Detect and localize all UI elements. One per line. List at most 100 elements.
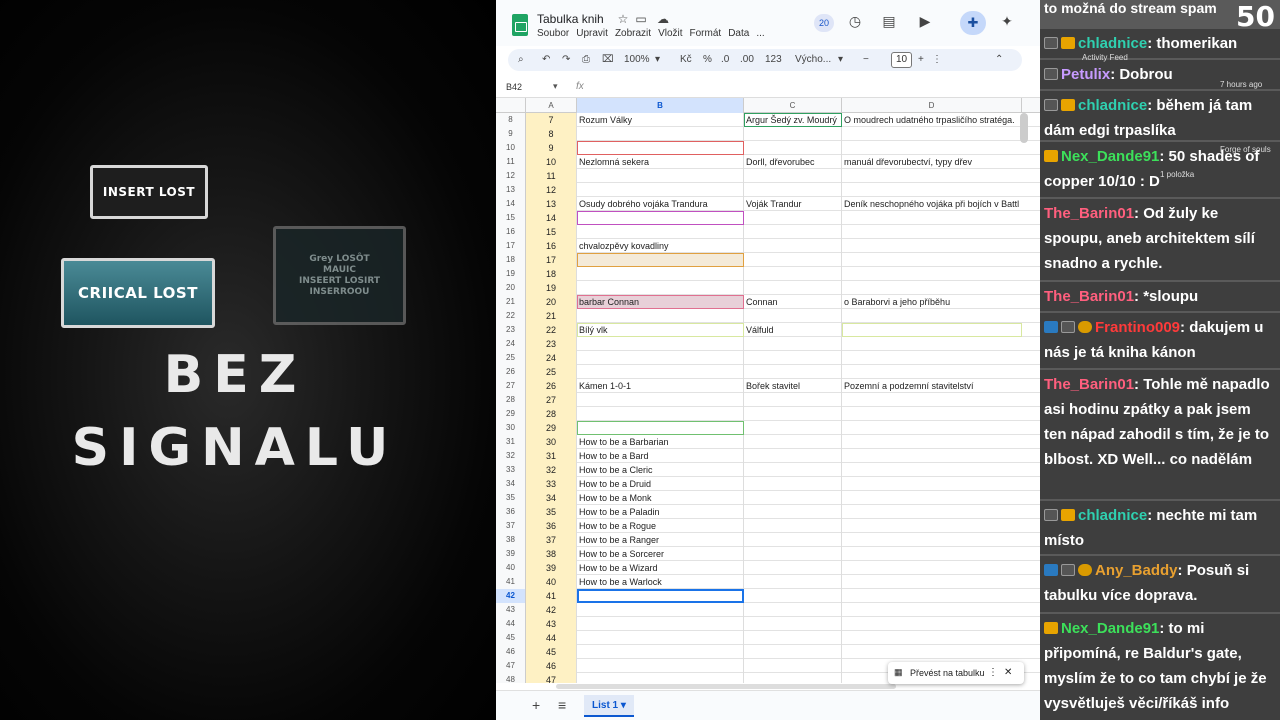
- cell-a[interactable]: 20: [526, 295, 577, 309]
- cell-b[interactable]: Bílý vlk: [577, 323, 744, 337]
- cell-d[interactable]: [842, 169, 1022, 183]
- column-header-d[interactable]: D: [842, 98, 1022, 113]
- cell-c[interactable]: [744, 141, 842, 155]
- cell-c[interactable]: [744, 575, 842, 589]
- row-header[interactable]: 12: [496, 169, 526, 183]
- cell-d[interactable]: [842, 603, 1022, 617]
- row-header[interactable]: 46: [496, 645, 526, 659]
- cell-d[interactable]: [842, 393, 1022, 407]
- percent-button[interactable]: %: [703, 53, 712, 67]
- cell-a[interactable]: 16: [526, 239, 577, 253]
- cell-b[interactable]: How to be a Wizard: [577, 561, 744, 575]
- row-header[interactable]: 43: [496, 603, 526, 617]
- cell-d[interactable]: [842, 351, 1022, 365]
- row-header[interactable]: 45: [496, 631, 526, 645]
- cell-c[interactable]: Bořek stavitel: [744, 379, 842, 393]
- chat-username[interactable]: Any_Baddy: [1095, 562, 1178, 579]
- cell-b[interactable]: How to be a Cleric: [577, 463, 744, 477]
- menu-insert[interactable]: Vložit: [658, 28, 682, 39]
- cell-a[interactable]: 42: [526, 603, 577, 617]
- row-header[interactable]: 17: [496, 239, 526, 253]
- chat-username[interactable]: Petulix: [1061, 66, 1110, 83]
- cell-b[interactable]: [577, 253, 744, 267]
- search-icon[interactable]: ⌕: [518, 53, 524, 67]
- cell-b[interactable]: Nezlomná sekera: [577, 155, 744, 169]
- decrease-decimal-button[interactable]: .0: [721, 53, 729, 67]
- cell-b[interactable]: [577, 211, 744, 225]
- cell-d[interactable]: [842, 505, 1022, 519]
- row-header[interactable]: 40: [496, 561, 526, 575]
- cell-d[interactable]: [842, 575, 1022, 589]
- cell-a[interactable]: 33: [526, 477, 577, 491]
- cell-b[interactable]: [577, 645, 744, 659]
- row-header[interactable]: 36: [496, 505, 526, 519]
- row-header[interactable]: 34: [496, 477, 526, 491]
- cell-a[interactable]: 45: [526, 645, 577, 659]
- cell-a[interactable]: 14: [526, 211, 577, 225]
- undo-icon[interactable]: ↶: [542, 53, 550, 67]
- cell-d[interactable]: [842, 463, 1022, 477]
- cell-d[interactable]: [842, 183, 1022, 197]
- sheet-tab-list1[interactable]: List 1 ▾: [584, 695, 634, 717]
- cell-d[interactable]: [842, 267, 1022, 281]
- cell-c[interactable]: [744, 211, 842, 225]
- chat-username[interactable]: chladnice: [1078, 97, 1147, 114]
- cell-d[interactable]: [842, 631, 1022, 645]
- cell-a[interactable]: 26: [526, 379, 577, 393]
- cell-d[interactable]: o Baraborvi a jeho příběhu: [842, 295, 1022, 309]
- cell-b[interactable]: How to be a Bard: [577, 449, 744, 463]
- more-options-icon[interactable]: ⋮: [988, 667, 998, 678]
- cell-b[interactable]: How to be a Paladin: [577, 505, 744, 519]
- cell-b[interactable]: barbar Connan: [577, 295, 744, 309]
- row-header[interactable]: 9: [496, 127, 526, 141]
- cell-d[interactable]: [842, 239, 1022, 253]
- cell-c[interactable]: [744, 673, 842, 683]
- cell-b[interactable]: [577, 337, 744, 351]
- currency-button[interactable]: Kč: [680, 53, 692, 67]
- cell-d[interactable]: [842, 645, 1022, 659]
- cell-c[interactable]: [744, 393, 842, 407]
- row-header[interactable]: 48: [496, 673, 526, 683]
- row-header[interactable]: 29: [496, 407, 526, 421]
- gemini-icon[interactable]: ✦: [998, 13, 1016, 30]
- cell-b[interactable]: [577, 141, 744, 155]
- more-options-icon[interactable]: ⋮: [932, 53, 942, 67]
- cell-d[interactable]: [842, 225, 1022, 239]
- cell-b[interactable]: [577, 169, 744, 183]
- paint-format-icon[interactable]: ⌧: [602, 53, 614, 67]
- cell-c[interactable]: [744, 519, 842, 533]
- cell-a[interactable]: 41: [526, 589, 577, 603]
- cell-b[interactable]: [577, 351, 744, 365]
- video-call-icon[interactable]: ▶: [916, 13, 934, 30]
- cell-c[interactable]: [744, 589, 842, 603]
- row-header[interactable]: 39: [496, 547, 526, 561]
- cell-d[interactable]: [842, 281, 1022, 295]
- cell-d[interactable]: [842, 589, 1022, 603]
- cell-b[interactable]: [577, 603, 744, 617]
- cell-d[interactable]: Deník neschopného vojáka při bojích v Ba…: [842, 197, 1022, 211]
- cell-c[interactable]: [744, 407, 842, 421]
- cell-c[interactable]: [744, 309, 842, 323]
- font-size-input[interactable]: 10: [891, 52, 912, 68]
- cell-b[interactable]: [577, 659, 744, 673]
- cell-b[interactable]: Rozum Války: [577, 113, 744, 127]
- row-header[interactable]: 42: [496, 589, 526, 603]
- row-header[interactable]: 10: [496, 141, 526, 155]
- cell-d[interactable]: [842, 449, 1022, 463]
- cell-a[interactable]: 30: [526, 435, 577, 449]
- cell-d[interactable]: [842, 365, 1022, 379]
- cell-a[interactable]: 27: [526, 393, 577, 407]
- number-format-button[interactable]: 123: [765, 53, 782, 67]
- cell-b[interactable]: [577, 127, 744, 141]
- row-header[interactable]: 22: [496, 309, 526, 323]
- sheets-logo-icon[interactable]: [512, 14, 528, 36]
- menu-more[interactable]: ...: [756, 28, 764, 39]
- cell-b[interactable]: [577, 407, 744, 421]
- cell-c[interactable]: Válfuld: [744, 323, 842, 337]
- menu-view[interactable]: Zobrazit: [615, 28, 651, 39]
- cell-c[interactable]: [744, 561, 842, 575]
- font-size-increase-button[interactable]: +: [918, 53, 924, 67]
- cell-a[interactable]: 13: [526, 197, 577, 211]
- cell-b[interactable]: Osudy dobrého vojáka Trandura: [577, 197, 744, 211]
- cell-c[interactable]: [744, 253, 842, 267]
